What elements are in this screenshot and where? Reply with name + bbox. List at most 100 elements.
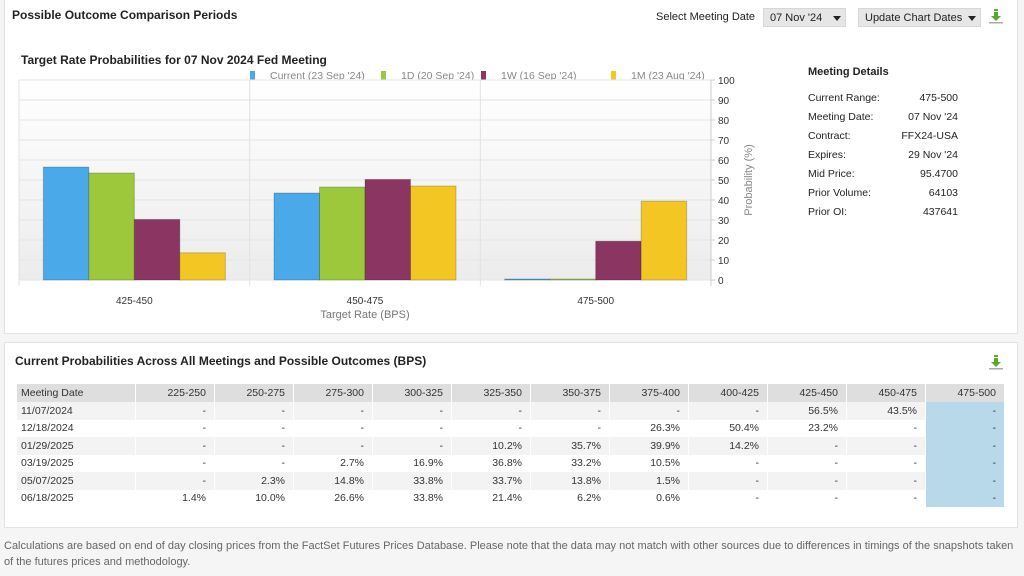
column-header[interactable]: 425-450 (768, 384, 846, 402)
probability-cell: 56.5% (768, 402, 846, 420)
section-title: Possible Outcome Comparison Periods (12, 8, 238, 22)
bar (549, 278, 597, 281)
legend-swatch (611, 71, 616, 80)
chevron-down-icon (968, 16, 976, 21)
probability-cell: - (136, 419, 214, 437)
download-icon[interactable] (988, 8, 1004, 24)
bar (133, 218, 181, 281)
bar (42, 166, 90, 281)
detail-row: Mid Price: 95.4700 (808, 168, 958, 187)
y-tick-label: 80 (718, 116, 730, 127)
legend-swatch (381, 71, 386, 80)
column-header[interactable]: 450-475 (847, 384, 925, 402)
probability-cell: - (610, 402, 688, 420)
probability-cell: - (768, 454, 846, 472)
probability-cell: 10.5% (610, 454, 688, 472)
detail-label: Mid Price: (808, 168, 855, 180)
probability-cell: 1.4% (136, 489, 214, 507)
table-row: 03/19/2025- -2.7% 16.9% 36.8% 33.2% 10.5% - - - - (17, 454, 1004, 472)
probability-cell: 2.3% (215, 472, 293, 490)
chevron-down-icon (833, 16, 841, 21)
detail-label: Current Range: (808, 92, 880, 104)
probability-cell: - (926, 402, 1004, 420)
detail-label: Contract: (808, 130, 851, 142)
column-header[interactable]: 250-275 (215, 384, 293, 402)
probability-cell: 39.9% (610, 437, 688, 455)
probability-cell: - (847, 489, 925, 507)
column-header[interactable]: Meeting Date (17, 384, 135, 402)
probability-cell: 6.2% (531, 489, 609, 507)
bar (179, 252, 226, 281)
detail-value: 437641 (922, 206, 958, 218)
bar (273, 192, 320, 281)
column-header[interactable]: 475-500 (926, 384, 1004, 402)
download-icon[interactable] (988, 354, 1004, 370)
probability-cell: - (689, 454, 767, 472)
detail-label: Meeting Date: (808, 111, 874, 123)
column-header[interactable]: 325-350 (452, 384, 530, 402)
probability-cell: - (452, 402, 530, 420)
probability-cell: - (768, 489, 846, 507)
column-header[interactable]: 275-300 (294, 384, 372, 402)
probability-cell: - (689, 402, 767, 420)
probability-cell: 10.0% (215, 489, 293, 507)
column-header[interactable]: 225-250 (136, 384, 214, 402)
probability-cell: - (294, 419, 372, 437)
column-header[interactable]: 350-375 (531, 384, 609, 402)
probability-cell: 33.8% (373, 489, 451, 507)
bar (319, 186, 366, 281)
probability-cell: 21.4% (452, 489, 530, 507)
meeting-date-cell: 11/07/2024 (17, 402, 135, 420)
bar (88, 172, 135, 281)
probability-cell: - (294, 437, 372, 455)
table-row: 01/29/2025- - - -10.2% 35.7% 39.9% 14.2% - - - (17, 437, 1004, 455)
probability-cell: - (294, 402, 372, 420)
meeting-date-select[interactable]: 07 Nov '24 (763, 8, 846, 27)
probability-cell: 0.6% (610, 489, 688, 507)
detail-row: Expires: 29 Nov '24 (808, 149, 958, 168)
y-tick-label: 0 (718, 276, 724, 287)
probability-cell: 1.5% (610, 472, 688, 490)
detail-value: 29 Nov '24 (908, 149, 958, 161)
probability-cell: - (373, 402, 451, 420)
probability-cell: - (215, 402, 293, 420)
probability-cell: - (373, 437, 451, 455)
probability-cell: - (136, 402, 214, 420)
detail-label: Expires: (808, 149, 846, 161)
update-chart-dates-button[interactable]: Update Chart Dates (858, 8, 981, 27)
y-tick-label: 30 (718, 216, 730, 227)
probability-cell: 33.2% (531, 454, 609, 472)
y-tick-label: 20 (718, 236, 730, 247)
column-header[interactable]: 375-400 (610, 384, 688, 402)
meeting-date-cell: 05/07/2025 (17, 472, 135, 490)
probability-cell: - (531, 419, 609, 437)
table-row: 05/07/2025-2.3% 14.8% 33.8% 33.7% 13.8% 1.5% -… (17, 472, 1004, 490)
bar-chart: Current (23 Sep '24) 1D (20 Sep '24) 1W (1… (18, 70, 755, 321)
probability-cell: - (847, 419, 925, 437)
y-tick-label: 50 (718, 176, 730, 187)
column-header[interactable]: 400-425 (689, 384, 767, 402)
y-tick-label: 100 (718, 76, 735, 87)
update-chart-dates-label: Update Chart Dates (865, 12, 963, 24)
x-tick-label: 450-475 (347, 296, 384, 307)
probability-cell: - (136, 472, 214, 490)
detail-value: 475-500 (919, 92, 958, 104)
probability-cell: 13.8% (531, 472, 609, 490)
column-header[interactable]: 300-325 (373, 384, 451, 402)
probability-cell: - (926, 454, 1004, 472)
probability-cell: 43.5% (847, 402, 925, 420)
probability-cell: - (215, 437, 293, 455)
probability-cell: - (768, 437, 846, 455)
probability-cell: - (215, 419, 293, 437)
probability-cell: - (768, 472, 846, 490)
probability-cell: - (689, 489, 767, 507)
probability-cell: 16.9% (373, 454, 451, 472)
probability-cell: 26.3% (610, 419, 688, 437)
probability-cell: - (452, 419, 530, 437)
meeting-details-title: Meeting Details (808, 66, 889, 78)
x-tick-label: 475-500 (577, 296, 614, 307)
y-tick-label: 70 (718, 136, 730, 147)
probability-cell: - (847, 437, 925, 455)
footnote: Calculations are based on end of day clo… (4, 540, 1014, 568)
probability-cell: - (136, 437, 214, 455)
